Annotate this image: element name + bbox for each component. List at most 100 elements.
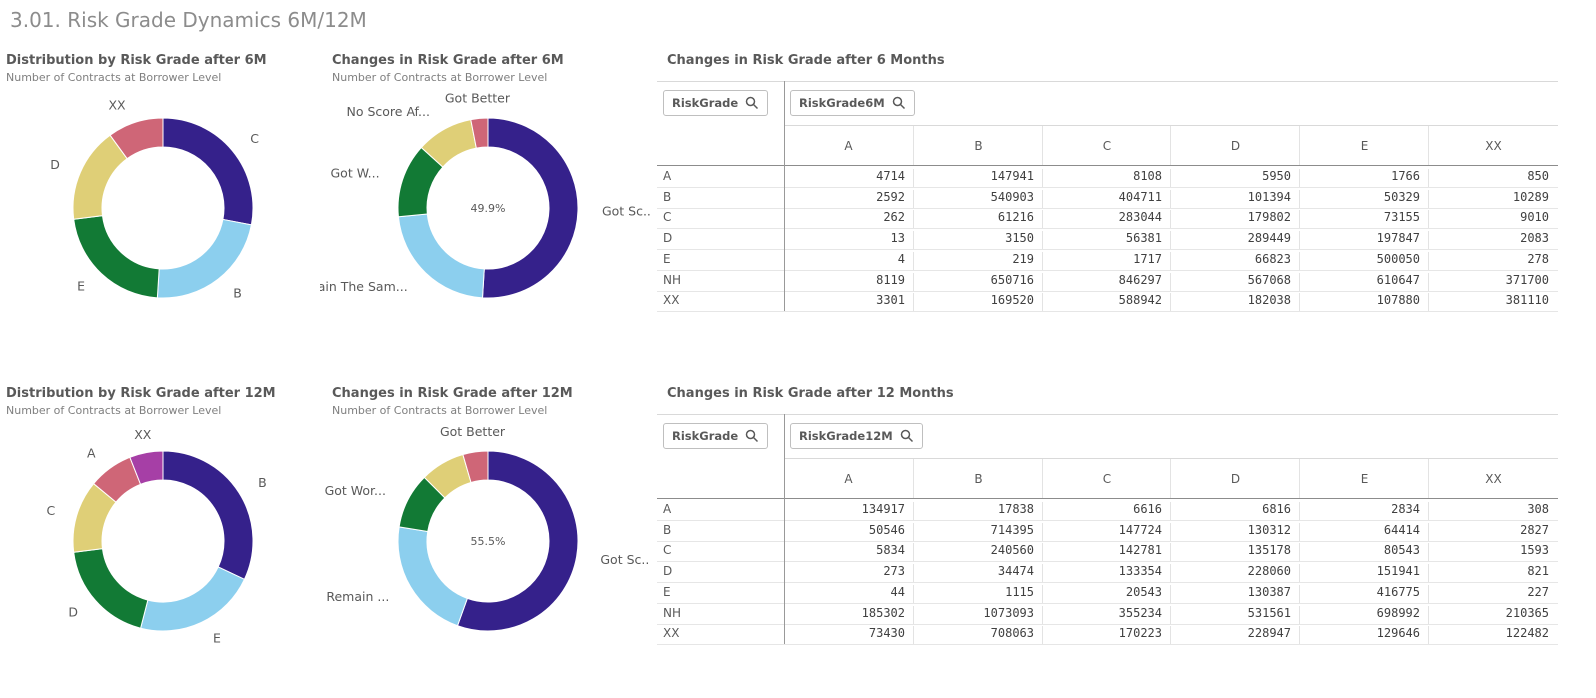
- table-cell: 50329: [1299, 189, 1428, 208]
- table-cell: 107880: [1299, 293, 1428, 312]
- table-cell: 179802: [1170, 210, 1299, 229]
- slice-label: Got Better: [445, 91, 511, 106]
- table-row[interactable]: E 44 1115 20543 130387 416775 227: [657, 582, 1558, 604]
- column-dimension-label: RiskGrade6M: [799, 96, 885, 110]
- table-cell: 129646: [1299, 626, 1428, 645]
- column-dimension-button[interactable]: RiskGrade6M: [790, 90, 915, 116]
- table-row[interactable]: NH 8119 650716 846297 567068 610647 371700: [657, 270, 1558, 292]
- column-header[interactable]: B: [913, 459, 1043, 499]
- table-row[interactable]: NH 185302 1073093 355234 531561 698992 210365: [657, 603, 1558, 625]
- donut-slice-c[interactable]: [162, 117, 254, 226]
- table-row[interactable]: D 273 34474 133354 228060 151941 821: [657, 561, 1558, 584]
- column-header[interactable]: C: [1042, 459, 1171, 499]
- table-cell: 228947: [1170, 626, 1299, 645]
- donut-slice-remain-the-sam[interactable]: [397, 213, 485, 299]
- search-icon: [900, 429, 913, 443]
- table-cell: 44: [890, 584, 905, 599]
- row-header: D: [663, 564, 673, 579]
- table-cell: 262: [883, 210, 905, 225]
- table-cell: 3150: [913, 231, 1042, 250]
- table-cell: 130312: [1170, 522, 1299, 541]
- table-cell: 5834: [876, 543, 905, 558]
- column-header[interactable]: A: [784, 459, 913, 499]
- table-6m-title: Changes in Risk Grade after 6 Months: [667, 53, 945, 68]
- donut-chart-changes-12m[interactable]: Got Sc... Remain ... Got Wor... Got Better 5…: [320, 425, 650, 650]
- donut-slice-e[interactable]: [73, 215, 160, 299]
- table-cell: 610647: [1299, 272, 1428, 291]
- slice-label: Got Sc...: [600, 552, 650, 567]
- table-cell: 308: [1428, 502, 1557, 520]
- table-cell: 80543: [1299, 543, 1428, 562]
- column-header[interactable]: E: [1299, 126, 1429, 166]
- table-cell: 56381: [1042, 231, 1170, 250]
- table-cell: 2834: [1299, 502, 1428, 520]
- table-cell: 1593: [1428, 543, 1557, 562]
- table-cell: 416775: [1299, 584, 1428, 603]
- table-row[interactable]: C 5834 240560 142781 135178 80543 1593: [657, 540, 1558, 563]
- table-row[interactable]: XX 3301 169520 588942 182038 107880 381110: [657, 290, 1558, 313]
- table-cell: 8119: [876, 272, 905, 287]
- column-header[interactable]: XX: [1428, 126, 1558, 166]
- table-cell: 170223: [1042, 626, 1170, 645]
- column-header[interactable]: XX: [1428, 459, 1558, 499]
- row-header: B: [663, 522, 672, 537]
- column-dimension-label: RiskGrade12M: [799, 429, 893, 443]
- table-row[interactable]: C 262 61216 283044 179802 73155 9010: [657, 207, 1558, 230]
- table-cell: 3301: [876, 293, 905, 308]
- table-cell: 73430: [868, 626, 905, 641]
- slice-label: B: [258, 475, 267, 490]
- donut-slice-d[interactable]: [73, 548, 149, 629]
- table-cell: 283044: [1042, 210, 1170, 229]
- column-header[interactable]: B: [913, 126, 1043, 166]
- row-dimension-button[interactable]: RiskGrade: [663, 423, 769, 449]
- table-row[interactable]: A 4714 147941 8108 5950 1766 850: [657, 166, 1558, 188]
- column-header[interactable]: D: [1170, 459, 1300, 499]
- table-row[interactable]: B 50546 714395 147724 130312 64414 2827: [657, 520, 1558, 542]
- table-cell: 185302: [861, 605, 905, 620]
- table-cell: 500050: [1299, 251, 1428, 270]
- column-header[interactable]: A: [784, 126, 913, 166]
- dist-6m-title: Distribution by Risk Grade after 6M: [6, 53, 267, 68]
- table-cell: 219: [913, 251, 1042, 270]
- table-cell: 1073093: [913, 605, 1042, 624]
- donut-chart-dist-12m[interactable]: B E D C A XX: [0, 425, 320, 650]
- table-row[interactable]: XX 73430 708063 170223 228947 129646 122482: [657, 623, 1558, 646]
- table-cell: 2827: [1428, 522, 1557, 541]
- pivot-table-6m[interactable]: RiskGrade RiskGrade6M A B C D E XX A 4714 14794…: [657, 81, 1558, 313]
- table-row[interactable]: D 13 3150 56381 289449 197847 2083: [657, 228, 1558, 251]
- table-cell: 8108: [1042, 169, 1170, 187]
- donut-slice-e[interactable]: [140, 566, 246, 632]
- column-header[interactable]: D: [1170, 126, 1300, 166]
- table-cell: 227: [1428, 584, 1557, 603]
- column-dimension-button[interactable]: RiskGrade12M: [790, 423, 923, 449]
- pivot-table-12m[interactable]: RiskGrade RiskGrade12M A B C D E XX A 134917 17…: [657, 414, 1558, 646]
- table-cell: 708063: [913, 626, 1042, 645]
- donut-chart-dist-6m[interactable]: C B E D XX: [0, 90, 320, 310]
- row-header: C: [663, 210, 672, 225]
- row-header: A: [663, 169, 672, 183]
- slice-label: A: [87, 446, 96, 461]
- donut-chart-changes-6m[interactable]: Got Sc... Remain The Sam... Got W... No Sco…: [320, 90, 650, 320]
- row-header-divider: [784, 414, 785, 644]
- row-header: NH: [663, 272, 681, 287]
- table-row[interactable]: B 2592 540903 404711 101394 50329 10289: [657, 187, 1558, 209]
- column-header[interactable]: E: [1299, 459, 1429, 499]
- table-row[interactable]: E 4 219 1717 66823 500050 278: [657, 249, 1558, 271]
- table-cell: 134917: [861, 502, 905, 516]
- table-cell: 142781: [1042, 543, 1170, 562]
- row-dimension-button[interactable]: RiskGrade: [663, 90, 769, 116]
- row-header: XX: [663, 293, 680, 308]
- donut-slice-b[interactable]: [162, 450, 254, 580]
- search-icon: [892, 96, 905, 110]
- table-cell: 17838: [913, 502, 1042, 520]
- dist-6m-subtitle: Number of Contracts at Borrower Level: [6, 71, 222, 84]
- pivot-column-headers: A B C D E XX: [784, 125, 1558, 166]
- column-header[interactable]: C: [1042, 126, 1171, 166]
- changes-12m-title: Changes in Risk Grade after 12M: [332, 386, 573, 401]
- table-cell: 182038: [1170, 293, 1299, 312]
- changes-6m-title: Changes in Risk Grade after 6M: [332, 53, 564, 68]
- donut-slice-remain[interactable]: [397, 526, 468, 627]
- table-row[interactable]: A 134917 17838 6616 6816 2834 308: [657, 499, 1558, 521]
- table-cell: 151941: [1299, 564, 1428, 583]
- table-cell: 228060: [1170, 564, 1299, 583]
